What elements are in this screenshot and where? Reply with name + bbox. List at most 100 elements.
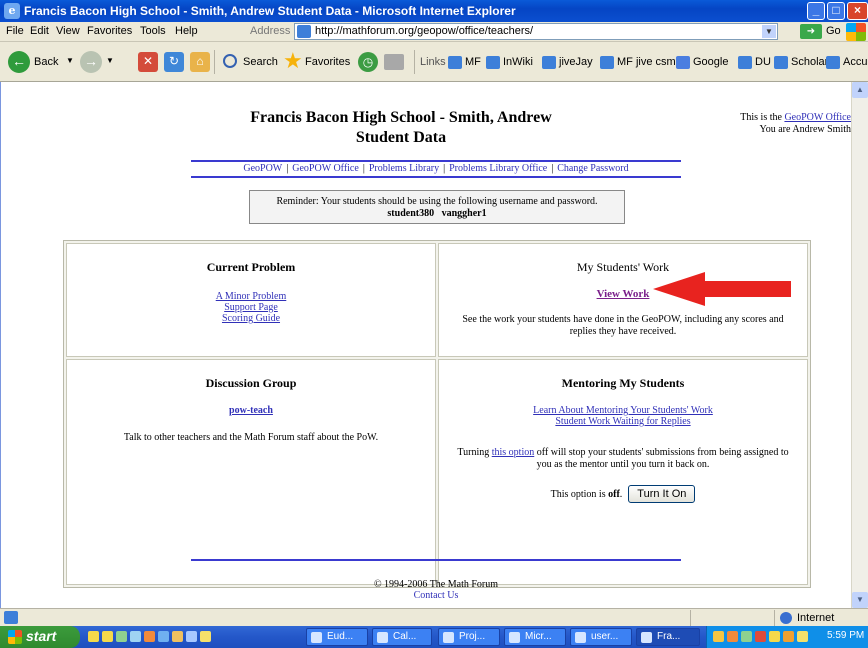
menu-favorites[interactable]: Favorites	[87, 25, 132, 37]
link-mf[interactable]: MF	[465, 56, 481, 68]
favorites-star-icon[interactable]: ★	[283, 48, 303, 74]
status-bar: Internet	[0, 608, 868, 626]
back-dropdown-icon[interactable]: ▼	[66, 56, 74, 65]
scoring-guide-link[interactable]: Scoring Guide	[222, 313, 280, 324]
link-du[interactable]: DU	[755, 56, 771, 68]
zone-label: Internet	[797, 612, 835, 624]
menu-edit[interactable]: Edit	[30, 25, 49, 37]
link-scholar[interactable]: Scholar	[791, 56, 828, 68]
work-waiting-replies-link[interactable]: Student Work Waiting for Replies	[555, 416, 690, 427]
menu-file[interactable]: File	[6, 25, 24, 37]
tray-icon[interactable]	[755, 631, 766, 642]
a-minor-problem-link[interactable]: A Minor Problem	[216, 291, 287, 302]
quicklaunch-icon[interactable]	[116, 631, 127, 642]
vertical-scrollbar[interactable]: ▲ ▼	[851, 82, 868, 608]
home-icon[interactable]: ⌂	[190, 52, 210, 72]
taskbar: start Eud... Cal... Proj... Micr... user…	[0, 626, 868, 648]
tray-icon[interactable]	[783, 631, 794, 642]
window-title: Francis Bacon High School - Smith, Andre…	[24, 4, 516, 18]
geopow-office-link[interactable]: GeoPOW Office	[784, 112, 851, 123]
current-problem-panel: Current Problem A Minor Problem Support …	[66, 243, 436, 357]
start-button[interactable]: start	[0, 626, 80, 648]
page-icon	[297, 25, 311, 38]
task-button-microsoft[interactable]: Micr...	[504, 628, 566, 646]
quicklaunch-icon[interactable]	[144, 631, 155, 642]
quicklaunch-icon[interactable]	[88, 631, 99, 642]
menu-help[interactable]: Help	[175, 25, 198, 37]
task-app-icon	[509, 632, 520, 643]
quicklaunch-icon[interactable]	[158, 631, 169, 642]
forward-arrow-icon[interactable]: →	[80, 51, 102, 73]
nav-problems-library-office[interactable]: Problems Library Office	[449, 163, 547, 174]
minimize-button[interactable]: _	[807, 2, 825, 20]
refresh-icon[interactable]: ↻	[164, 52, 184, 72]
back-arrow-icon[interactable]: ←	[8, 51, 30, 73]
scroll-up-icon[interactable]: ▲	[852, 82, 868, 98]
toolbar-separator	[414, 50, 415, 74]
task-button-user[interactable]: user...	[570, 628, 632, 646]
mentoring-text-after: off will stop your students' submissions…	[534, 447, 789, 470]
pow-teach-link[interactable]: pow-teach	[229, 405, 273, 416]
go-button[interactable]: Go	[826, 25, 841, 37]
quicklaunch-icon[interactable]	[186, 631, 197, 642]
windows-logo-icon	[846, 23, 866, 41]
task-button-eudora[interactable]: Eud...	[306, 628, 368, 646]
tray-icon[interactable]	[797, 631, 808, 642]
link-page-icon	[542, 56, 556, 69]
nav-geopow[interactable]: GeoPOW	[243, 163, 282, 174]
close-button[interactable]: ×	[847, 2, 868, 20]
reminder-password: vanggher1	[441, 208, 487, 219]
task-button-calendar[interactable]: Cal...	[372, 628, 432, 646]
menu-tools[interactable]: Tools	[140, 25, 166, 37]
mentoring-heading: Mentoring My Students	[561, 376, 685, 390]
office-note-prefix: This is the	[740, 112, 785, 123]
red-arrow-shape	[653, 272, 791, 306]
clock: 5:59 PM	[827, 630, 865, 641]
link-page-icon	[738, 56, 752, 69]
tray-icon[interactable]	[741, 631, 752, 642]
search-button[interactable]: Search	[243, 56, 278, 68]
link-jivejay[interactable]: jiveJay	[559, 56, 593, 68]
quicklaunch-icon[interactable]	[200, 631, 211, 642]
chevron-down-icon[interactable]: ▼	[762, 25, 776, 38]
task-button-project[interactable]: Proj...	[438, 628, 500, 646]
turn-it-on-button[interactable]: Turn It On	[628, 485, 696, 503]
link-page-icon	[448, 56, 462, 69]
nav-change-password[interactable]: Change Password	[557, 163, 628, 174]
back-button[interactable]: Back	[34, 56, 58, 68]
stop-icon[interactable]: ✕	[138, 52, 158, 72]
forward-dropdown-icon[interactable]: ▼	[106, 56, 114, 65]
tray-icon[interactable]	[727, 631, 738, 642]
address-field[interactable]: http://mathforum.org/geopow/office/teach…	[294, 23, 778, 40]
support-page-link[interactable]: Support Page	[224, 302, 278, 313]
link-inwiki[interactable]: InWiki	[503, 56, 533, 68]
menu-view[interactable]: View	[56, 25, 80, 37]
nav-problems-library[interactable]: Problems Library	[369, 163, 439, 174]
history-icon[interactable]: ◷	[358, 52, 378, 72]
favorites-button[interactable]: Favorites	[305, 56, 350, 68]
nav-geopow-office[interactable]: GeoPOW Office	[292, 163, 359, 174]
view-work-link[interactable]: View Work	[597, 288, 650, 300]
quicklaunch-icon[interactable]	[102, 631, 113, 642]
maximize-button[interactable]: □	[827, 2, 845, 20]
link-google[interactable]: Google	[693, 56, 728, 68]
contact-us-link[interactable]: Contact Us	[414, 590, 459, 601]
print-icon[interactable]	[384, 54, 404, 70]
quicklaunch-icon[interactable]	[172, 631, 183, 642]
scroll-down-icon[interactable]: ▼	[852, 592, 868, 608]
windows-flag-icon	[8, 630, 22, 644]
go-arrow-icon[interactable]: ➜	[800, 24, 822, 39]
tray-icon[interactable]	[713, 631, 724, 642]
status-separator	[690, 610, 691, 626]
search-icon[interactable]	[223, 54, 237, 68]
tray-icon[interactable]	[769, 631, 780, 642]
this-option-link[interactable]: this option	[492, 447, 535, 458]
toolbar: ← Back ▼ → ▼ ✕ ↻ ⌂ Search ★ Favorites ◷ …	[0, 42, 868, 82]
discussion-heading: Discussion Group	[205, 376, 297, 390]
learn-mentoring-link[interactable]: Learn About Mentoring Your Students' Wor…	[533, 405, 713, 416]
quicklaunch-icon[interactable]	[130, 631, 141, 642]
task-button-francis[interactable]: Fra...	[636, 628, 700, 646]
link-accu[interactable]: Accu	[843, 56, 867, 68]
option-status-value: off	[608, 489, 620, 500]
link-mf-jive-csm[interactable]: MF jive csm	[617, 56, 676, 68]
